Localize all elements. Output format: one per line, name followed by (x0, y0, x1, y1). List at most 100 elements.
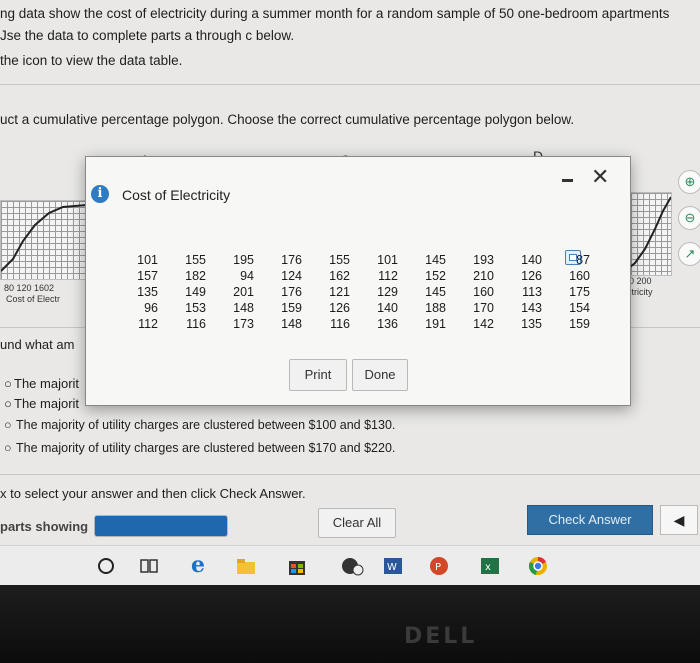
svg-text:P: P (435, 562, 441, 573)
file-explorer-icon[interactable] (236, 556, 256, 576)
part-b-option-a[interactable]: The majorit (14, 376, 79, 391)
table-cell: 124 (281, 269, 302, 283)
zoom-in-icon[interactable]: ⊕ (678, 170, 700, 194)
table-cell: 112 (378, 269, 398, 283)
table-cell: 101 (137, 253, 158, 267)
chrome-icon[interactable] (528, 556, 548, 576)
right-polygon-chart[interactable] (624, 192, 672, 276)
excel-icon[interactable]: x (480, 556, 500, 576)
parts-showing-label: parts showing (0, 519, 89, 534)
part-a-instruction: uct a cumulative percentage polygon. Cho… (0, 112, 575, 127)
table-row: 157 182 94 124 162 112 152 210 126 160 (110, 268, 590, 284)
right-polygon-line (625, 196, 671, 272)
question-line-3: the icon to view the data table. (0, 53, 183, 68)
table-cell: 126 (329, 301, 350, 315)
part-b-option-c[interactable]: The majority of utility charges are clus… (16, 418, 395, 432)
minimize-icon[interactable] (561, 171, 575, 185)
part-b-option-a-radio[interactable]: ○ (4, 376, 12, 391)
table-cell: 188 (425, 301, 446, 315)
table-cell: 162 (329, 269, 350, 283)
table-row: 101 155 195 176 155 101 145 193 140 87 (110, 252, 590, 268)
dialog-header: i Cost of Electricity ✕ (86, 157, 630, 225)
table-cell: 101 (377, 253, 398, 267)
brand-logo: DELL (404, 624, 478, 649)
question-line-1: ng data show the cost of electricity dur… (0, 6, 670, 21)
navigation-arrow-button[interactable]: ◀ (660, 505, 698, 535)
part-b-question: und what am (0, 337, 75, 352)
table-cell: 160 (569, 269, 590, 283)
cost-of-electricity-dialog: i Cost of Electricity ✕ 101 155 195 176 155 1… (85, 156, 631, 406)
table-cell: 193 (473, 253, 494, 267)
table-row: 96 153 148 159 126 140 188 170 143 154 (110, 300, 590, 316)
part-b-option-d-radio[interactable]: ○ (4, 441, 12, 455)
parts-progress-fill (95, 516, 227, 536)
close-icon[interactable]: ✕ (591, 167, 609, 189)
parts-progress-bar (94, 515, 228, 537)
left-chart-caption: Cost of Electr (6, 294, 61, 304)
table-cell: 154 (569, 301, 590, 315)
table-cell: 140 (521, 253, 542, 267)
table-cell: 145 (425, 285, 446, 299)
table-cell: 142 (473, 317, 494, 331)
table-cell: 135 (521, 317, 542, 331)
monitor-bezel: DELL (0, 585, 700, 663)
table-cell: 210 (473, 269, 494, 283)
powerpoint-icon[interactable]: P (429, 556, 449, 576)
popout-icon[interactable]: ↗ (678, 242, 700, 266)
table-cell: 201 (233, 285, 254, 299)
table-cell: 153 (185, 301, 206, 315)
word-icon[interactable]: W (383, 556, 403, 576)
table-cell: 157 (137, 269, 158, 283)
part-b-option-b-radio[interactable]: ○ (4, 396, 12, 411)
done-button[interactable]: Done (352, 359, 408, 391)
table-cell: 148 (233, 301, 254, 315)
table-cell: 195 (233, 253, 254, 267)
table-cell: 148 (281, 317, 302, 331)
table-cell: 159 (569, 317, 590, 331)
screen: ng data show the cost of electricity dur… (0, 0, 700, 585)
store-icon[interactable] (287, 556, 307, 576)
table-cell: 152 (425, 269, 446, 283)
info-icon: i (91, 185, 109, 203)
footer-instruction: x to select your answer and then click C… (0, 486, 306, 501)
table-cell: 159 (281, 301, 302, 315)
table-cell: 145 (425, 253, 446, 267)
table-cell: 143 (521, 301, 542, 315)
edge-icon[interactable]: e (191, 552, 211, 578)
table-cell: 176 (281, 285, 302, 299)
clear-all-button[interactable]: Clear All (318, 508, 396, 538)
part-b-option-c-radio[interactable]: ○ (4, 418, 12, 432)
table-cell: 191 (425, 317, 446, 331)
left-chart-ticks: 80 120 1602 (4, 283, 55, 293)
zoom-out-icon[interactable]: ⊖ (678, 206, 700, 230)
table-cell: 155 (329, 253, 350, 267)
part-b-option-d[interactable]: The majority of utility charges are clus… (16, 441, 395, 455)
question-line-2: Jse the data to complete parts a through… (0, 28, 295, 43)
print-button[interactable]: Print (289, 359, 347, 391)
table-cell: 149 (185, 285, 206, 299)
media-icon[interactable] (340, 556, 364, 576)
table-cell: 136 (377, 317, 398, 331)
left-polygon-chart[interactable] (0, 200, 88, 280)
table-cell: 129 (377, 285, 398, 299)
table-cell: 182 (185, 269, 206, 283)
table-cell: 176 (281, 253, 302, 267)
svg-text:x: x (485, 562, 491, 573)
table-row: 135 149 201 176 121 129 145 160 113 175 (110, 284, 590, 300)
svg-text:W: W (387, 562, 397, 573)
table-cell: 116 (186, 317, 206, 331)
table-cell: 173 (233, 317, 254, 331)
table-cell: 170 (473, 301, 494, 315)
table-cell: 96 (144, 301, 158, 315)
task-view-icon[interactable] (139, 556, 159, 576)
cortana-icon[interactable] (96, 556, 116, 576)
table-row: 112 116 173 148 116 136 191 142 135 159 (110, 316, 590, 332)
table-cell: 112 (138, 317, 158, 331)
table-cell: 116 (330, 317, 350, 331)
table-cell: 135 (137, 285, 158, 299)
dialog-title: Cost of Electricity (122, 187, 231, 203)
check-answer-button[interactable]: Check Answer (527, 505, 653, 535)
part-b-option-b[interactable]: The majorit (14, 396, 79, 411)
table-cell: 87 (576, 253, 590, 267)
divider (0, 84, 700, 85)
